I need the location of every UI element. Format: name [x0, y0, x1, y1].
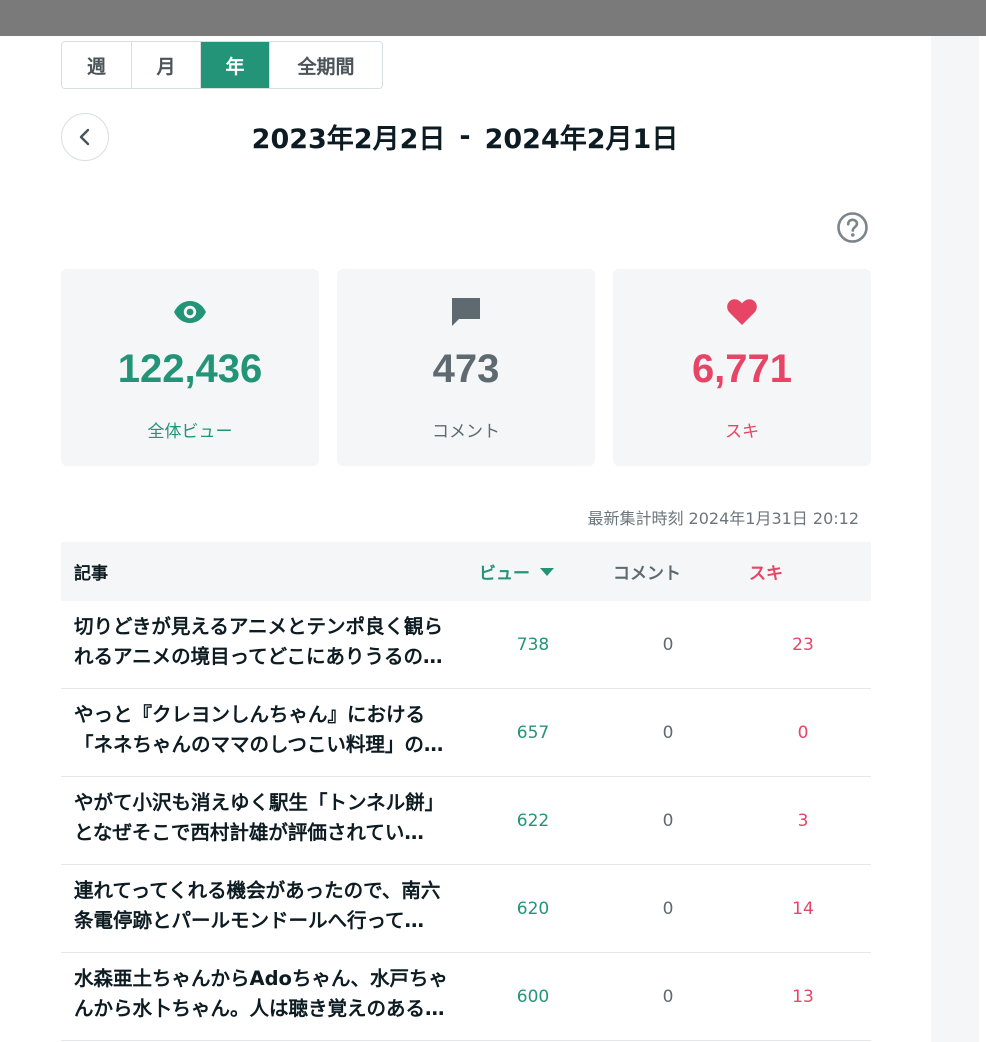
column-views-label: ビュー: [479, 564, 530, 584]
browser-top-bar: [0, 0, 986, 36]
row-comments: 0: [662, 899, 674, 919]
row-comments: 0: [662, 723, 674, 743]
article-title-link[interactable]: 切りどきが見えるアニメとテンポ良く観られるアニメの境目ってどこにありうるの…: [74, 612, 454, 672]
likes-card: 6,771 スキ: [613, 269, 871, 466]
article-title-link[interactable]: 水森亜土ちゃんからAdoちゃん、水戸ちゃんから水卜ちゃん。人は聴き覚えのある…: [74, 964, 454, 1024]
right-gutter: [931, 36, 979, 1042]
date-separator: -: [459, 120, 471, 152]
tab-year[interactable]: 年: [201, 42, 270, 88]
article-title-link[interactable]: 連れてってくれる機会があったので、南六条電停跡とパールモンドールへ行って…: [74, 876, 454, 936]
row-views: 622: [516, 811, 550, 831]
last-updated-text: 最新集計時刻 2024年1月31日 20:12: [587, 509, 859, 528]
row-comments: 0: [662, 635, 674, 655]
row-comments: 0: [662, 987, 674, 1007]
article-title-link[interactable]: やがて小沢も消えゆく駅生「トンネル餅」となぜそこで西村計雄が評価されてい…: [74, 788, 454, 848]
row-views: 600: [516, 987, 550, 1007]
row-likes: 0: [797, 723, 809, 743]
total-comments-label: コメント: [432, 422, 500, 442]
sort-down-icon: [540, 567, 554, 576]
right-edge: [979, 36, 986, 1042]
row-views: 620: [516, 899, 550, 919]
column-views-sort[interactable]: ビュー: [479, 542, 554, 601]
total-likes-label: スキ: [725, 422, 759, 442]
period-tabs: 週 月 年 全期間: [61, 41, 383, 89]
previous-period-button[interactable]: [61, 113, 109, 161]
table-row: 切りどきが見えるアニメとテンポ良く観られるアニメの境目ってどこにありうるの… 7…: [61, 601, 871, 689]
article-title-link[interactable]: やっと『クレヨンしんちゃん』における「ネネちゃんのママのしつこい料理」の意味…: [74, 700, 454, 760]
table-row: 水森亜土ちゃんからAdoちゃん、水戸ちゃんから水卜ちゃん。人は聴き覚えのある… …: [61, 953, 871, 1041]
row-likes: 14: [792, 899, 814, 919]
row-likes: 13: [792, 987, 814, 1007]
total-likes-value: 6,771: [691, 347, 793, 391]
tab-month[interactable]: 月: [132, 42, 201, 88]
date-start: 2023年2月2日: [251, 123, 446, 155]
heart-icon: [727, 299, 757, 325]
row-likes: 3: [797, 811, 809, 831]
chevron-left-icon: [79, 128, 90, 146]
table-header: 記事 ビュー コメント スキ: [61, 542, 871, 601]
date-range: 2023年2月2日 - 2024年2月1日: [200, 114, 730, 158]
table-row: やがて小沢も消えゆく駅生「トンネル餅」となぜそこで西村計雄が評価されてい… 62…: [61, 777, 871, 865]
help-icon[interactable]: [836, 211, 869, 244]
row-comments: 0: [662, 811, 674, 831]
tab-week[interactable]: 週: [62, 42, 132, 88]
row-views: 738: [516, 635, 550, 655]
row-likes: 23: [792, 635, 814, 655]
column-likes[interactable]: スキ: [749, 542, 783, 601]
total-comments-value: 473: [432, 347, 500, 391]
comment-icon: [452, 298, 480, 326]
tab-all-time[interactable]: 全期間: [270, 42, 382, 88]
article-list: 切りどきが見えるアニメとテンポ良く観られるアニメの境目ってどこにありうるの… 7…: [61, 601, 871, 1041]
column-article: 記事: [74, 564, 108, 584]
table-row: やっと『クレヨンしんちゃん』における「ネネちゃんのママのしつこい料理」の意味… …: [61, 689, 871, 777]
total-views-label: 全体ビュー: [147, 422, 233, 442]
date-end: 2024年2月1日: [484, 123, 679, 155]
eye-icon: [174, 301, 206, 323]
table-row: 連れてってくれる機会があったので、南六条電停跡とパールモンドールへ行って… 62…: [61, 865, 871, 953]
comments-card: 473 コメント: [337, 269, 595, 466]
row-views: 657: [516, 723, 550, 743]
views-card: 122,436 全体ビュー: [61, 269, 319, 466]
total-views-value: 122,436: [117, 347, 263, 391]
column-comments[interactable]: コメント: [613, 542, 681, 601]
